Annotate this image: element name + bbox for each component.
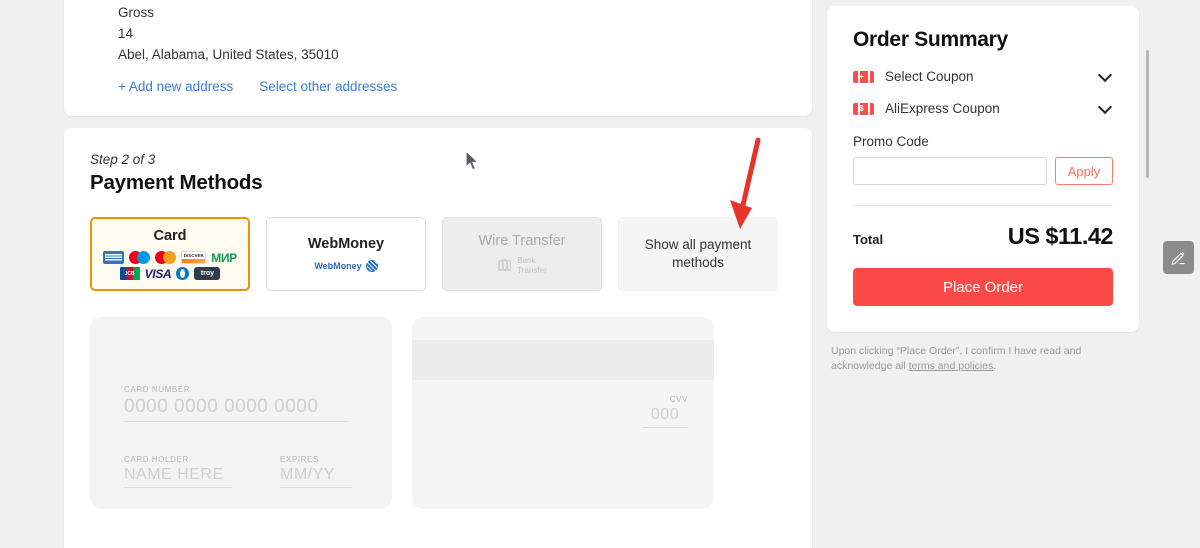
promo-code-label: Promo Code (853, 134, 929, 149)
show-all-payment-methods-button[interactable]: Show all payment methods (618, 217, 778, 291)
card-cvv-field[interactable]: CVV 000 (642, 395, 688, 428)
card-brand-logos: DISCVER МИР VISA (103, 251, 237, 281)
troy-icon (194, 267, 221, 280)
apply-promo-button[interactable]: Apply (1055, 157, 1113, 185)
total-value: US $11.42 (1007, 223, 1114, 249)
total-label: Total (853, 232, 884, 247)
payment-method-webmoney[interactable]: WebMoney WebMoney (266, 217, 426, 291)
mir-icon: МИР (211, 251, 237, 265)
checkout-page: Joe James, +1 6756789 Gross 14 Abel, Ala… (0, 0, 1200, 548)
terms-and-policies-link[interactable]: terms and policies (909, 360, 994, 372)
address-lines: Gross 14 Abel, Alabama, United States, 3… (118, 2, 786, 65)
card-expires-field[interactable]: EXPIRES MM/YY (280, 455, 352, 488)
chevron-down-icon[interactable] (1097, 67, 1113, 82)
card-front-mockup: CARD NUMBER 0000 0000 0000 0000 CARD HOL… (90, 317, 392, 509)
aliexpress-coupon-row[interactable]: $ AliExpress Coupon (853, 99, 1113, 116)
card-number-label: CARD NUMBER (124, 385, 191, 394)
bank-transfer-logo: Bank Transfer (497, 256, 547, 275)
card-number-field[interactable]: CARD NUMBER 0000 0000 0000 0000 (124, 385, 348, 422)
promo-code-row: Apply (853, 157, 1113, 185)
terms-disclaimer: Upon clicking “Place Order”, I confirm I… (827, 344, 1139, 374)
credit-card-form: CARD NUMBER 0000 0000 0000 0000 CARD HOL… (90, 317, 786, 509)
mastercard-icon (155, 251, 177, 264)
order-summary-panel: Order Summary + Select Coupon $ AliExpre… (827, 6, 1139, 332)
select-coupon-row[interactable]: + Select Coupon (853, 67, 1113, 84)
select-other-addresses-link[interactable]: Select other addresses (259, 79, 397, 94)
place-order-button[interactable]: Place Order (853, 268, 1113, 306)
order-total-row: Total US $11.42 (853, 223, 1114, 250)
page-title: Payment Methods (90, 171, 263, 194)
card-expires-input[interactable]: MM/YY (280, 466, 352, 488)
payment-methods-panel: Step 2 of 3 Payment Methods Card DISCVER… (64, 128, 812, 548)
promo-code-input[interactable] (853, 157, 1047, 185)
magnetic-stripe (412, 340, 714, 380)
summary-divider (853, 205, 1113, 206)
diners-club-icon (176, 267, 190, 280)
payment-method-webmoney-label: WebMoney (307, 236, 385, 252)
payment-method-card[interactable]: Card DISCVER МИР VISA (90, 217, 250, 291)
jcb-icon (119, 267, 140, 280)
address-line-1: Gross (118, 5, 155, 20)
add-new-address-link[interactable]: + Add new address (118, 79, 233, 94)
webmoney-logo: WebMoney (314, 260, 378, 272)
visa-icon: VISA (144, 267, 172, 281)
chevron-down-icon[interactable] (1097, 99, 1113, 114)
coupon-dollar-icon: $ (853, 102, 874, 115)
address-actions: + Add new address Select other addresses (118, 79, 786, 94)
payment-method-card-label: Card (153, 228, 187, 244)
webmoney-wordmark: WebMoney (314, 261, 362, 271)
discover-icon: DISCVER (181, 251, 207, 264)
amex-icon (103, 251, 125, 264)
pencil-edit-icon (1171, 251, 1185, 265)
maestro-icon (129, 251, 151, 264)
select-coupon-label: Select Coupon (885, 69, 974, 84)
bank-icon (497, 259, 512, 273)
card-holder-label: CARD HOLDER (124, 455, 189, 464)
card-holder-field[interactable]: CARD HOLDER NAME HERE (124, 455, 232, 488)
order-summary-title: Order Summary (853, 28, 1008, 51)
terms-suffix: . (993, 360, 997, 372)
main-column: Joe James, +1 6756789 Gross 14 Abel, Ala… (64, 0, 812, 548)
card-back-mockup: CVV 000 (412, 317, 714, 509)
card-holder-input[interactable]: NAME HERE (124, 466, 232, 488)
payment-method-list: Card DISCVER МИР VISA (90, 217, 786, 291)
payment-method-wire-transfer[interactable]: Wire Transfer Bank Transfer (442, 217, 602, 291)
bank-label-line1: Bank (517, 256, 536, 265)
webmoney-globe-icon (365, 260, 378, 272)
address-line-3: Abel, Alabama, United States, 35010 (118, 47, 339, 62)
edit-floating-button[interactable] (1163, 241, 1194, 274)
card-number-input[interactable]: 0000 0000 0000 0000 (124, 396, 348, 422)
coupon-plus-icon: + (853, 70, 874, 83)
card-expires-label: EXPIRES (280, 455, 319, 464)
address-line-2: 14 (118, 26, 134, 41)
show-all-payment-methods-label: Show all payment methods (644, 237, 752, 270)
payment-method-wire-transfer-label: Wire Transfer (478, 233, 566, 249)
shipping-address-panel: Joe James, +1 6756789 Gross 14 Abel, Ala… (64, 0, 812, 116)
page-scrollbar-thumb[interactable] (1146, 50, 1149, 178)
step-indicator: Step 2 of 3 (90, 152, 156, 167)
aliexpress-coupon-label: AliExpress Coupon (885, 101, 1000, 116)
order-summary-column: Order Summary + Select Coupon $ AliExpre… (827, 6, 1139, 374)
card-cvv-label: CVV (669, 395, 688, 404)
bank-label-line2: Transfer (517, 265, 547, 275)
card-cvv-input[interactable]: 000 (642, 406, 688, 428)
